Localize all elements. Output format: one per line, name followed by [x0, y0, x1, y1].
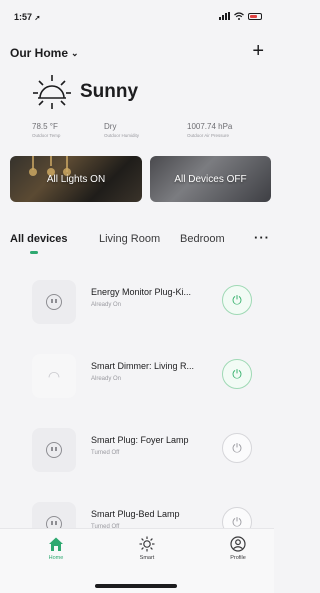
stat-humidity-label: Outdoor Humidity: [104, 133, 140, 138]
home-name: Our Home: [10, 46, 69, 60]
sun-icon: [139, 536, 155, 552]
device-name: Energy Monitor Plug-Ki...: [91, 287, 192, 297]
tab-living-room[interactable]: Living Room: [99, 233, 160, 245]
nav-profile-label: Profile: [230, 555, 246, 561]
weather-summary: Sunny: [32, 72, 138, 112]
signal-icon: [219, 12, 230, 20]
room-tabs: All devices Living Room Bedroom ···: [10, 230, 272, 255]
stat-pressure-value: 1007.74 hPa: [187, 122, 233, 131]
stat-temp-label: Outdoor Temp: [32, 133, 61, 138]
sun-icon: [33, 75, 71, 109]
stat-pressure: 1007.74 hPa Outdoor Air Pressure: [187, 122, 232, 138]
nav-smart-label: Smart: [139, 555, 155, 561]
stat-temp-value: 78.5 °F: [32, 122, 58, 131]
scene-all-devices-off[interactable]: All Devices OFF: [150, 156, 271, 202]
tab-bedroom[interactable]: Bedroom: [180, 233, 225, 245]
power-button[interactable]: ⏻: [222, 359, 252, 389]
nav-profile[interactable]: Profile: [213, 535, 263, 561]
device-card[interactable]: Smart Plug: Foyer Lamp Turned Off ⏻: [10, 416, 262, 484]
chevron-down-icon: ⌄: [71, 47, 79, 58]
status-time: 1:57 ➚: [14, 12, 41, 22]
more-icon[interactable]: ···: [254, 230, 270, 245]
outlet-icon: [32, 428, 76, 472]
header: Our Home ⌄ +: [10, 40, 266, 66]
power-icon: ⏻: [232, 292, 242, 307]
weather-condition: Sunny: [80, 81, 139, 102]
device-status: Already On: [91, 302, 122, 308]
device-card[interactable]: Energy Monitor Plug-Ki... Already On ⏻: [10, 268, 262, 336]
stat-humidity: Dry Outdoor Humidity: [104, 122, 139, 138]
nav-home[interactable]: Home: [31, 535, 81, 561]
device-name: Smart Plug: Foyer Lamp: [91, 435, 189, 445]
battery-icon: [248, 13, 262, 20]
active-tab-indicator: [30, 251, 38, 254]
nav-smart[interactable]: Smart: [122, 535, 172, 561]
home-icon: [49, 537, 63, 551]
status-icons: [219, 12, 262, 20]
wifi-icon: [234, 12, 244, 20]
home-indicator: [95, 584, 177, 588]
power-button[interactable]: ⏻: [222, 285, 252, 315]
stat-pressure-label: Outdoor Air Pressure: [187, 133, 230, 138]
device-card[interactable]: ◠ Smart Dimmer: Living R... Already On ⏻: [10, 342, 262, 410]
status-bar: 1:57 ➚: [0, 0, 274, 30]
power-icon: ⏻: [232, 440, 242, 455]
device-name: Smart Dimmer: Living R...: [91, 361, 195, 371]
lamp-decoration: [29, 156, 37, 176]
lamp-decoration: [63, 156, 71, 176]
stat-temp: 78.5 °F Outdoor Temp: [32, 122, 60, 138]
lamp-decoration: [47, 156, 55, 176]
nav-home-label: Home: [48, 555, 64, 561]
scene-label: All Devices OFF: [174, 173, 247, 185]
tab-all-devices[interactable]: All devices: [10, 233, 67, 245]
stat-humidity-value: Dry: [104, 122, 117, 131]
outlet-icon: [32, 280, 76, 324]
scene-label: All Lights ON: [46, 173, 106, 185]
add-button[interactable]: +: [252, 40, 264, 62]
profile-icon: [230, 536, 246, 552]
device-status: Turned Off: [91, 450, 120, 456]
device-status: Already On: [91, 376, 122, 382]
power-button[interactable]: ⏻: [222, 433, 252, 463]
scene-all-lights-on[interactable]: All Lights ON: [10, 156, 142, 202]
device-name: Smart Plug-Bed Lamp: [91, 509, 180, 519]
home-selector[interactable]: Our Home ⌄: [10, 46, 79, 60]
dimmer-icon: ◠: [32, 354, 76, 398]
power-icon: ⏻: [232, 366, 242, 381]
